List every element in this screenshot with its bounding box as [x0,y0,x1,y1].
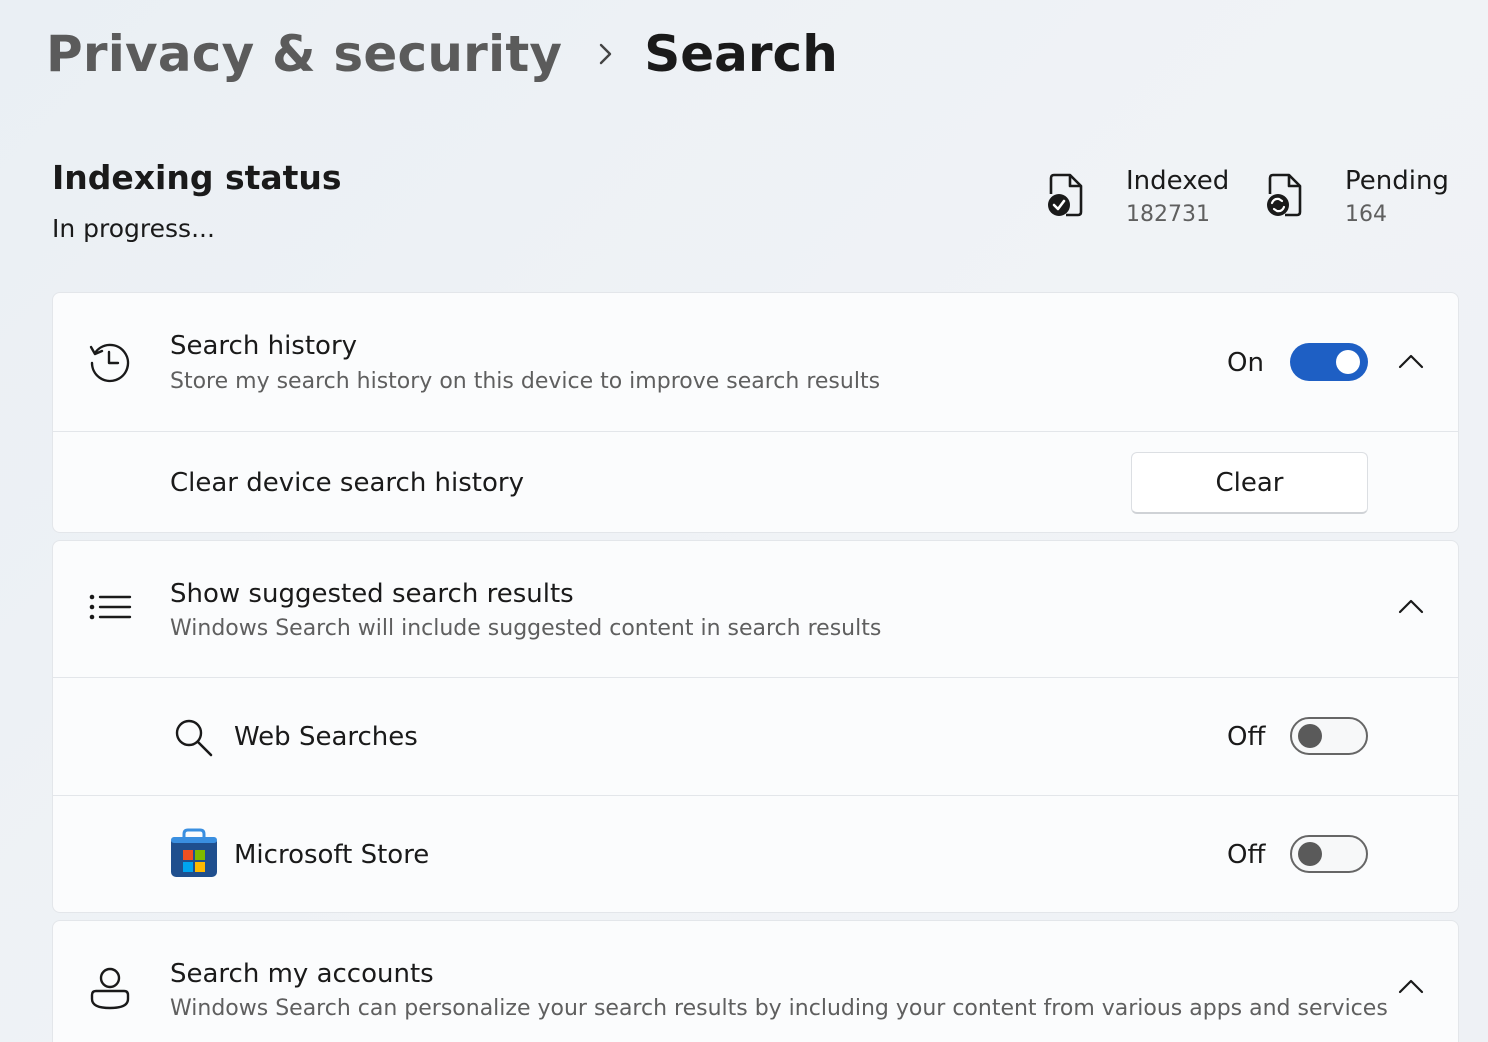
search-history-card: Search history Store my search history o… [52,292,1459,533]
pending-stat: Pending 164 [1265,166,1449,227]
indexed-label: Indexed [1126,166,1230,196]
microsoft-store-label: Microsoft Store [234,840,430,870]
indexed-stat: Indexed 182731 [1046,166,1229,227]
suggested-results-card: Show suggested search results Windows Se… [52,540,1459,913]
search-accounts-title: Search my accounts [170,959,434,989]
search-history-toggle-state: On [1227,348,1264,378]
suggested-results-description: Windows Search will include suggested co… [170,616,882,641]
chevron-up-icon[interactable] [1397,973,1425,1001]
history-icon [89,343,130,383]
chevron-right-icon [598,42,614,66]
chevron-up-icon[interactable] [1397,348,1425,376]
page-title: Search [644,25,838,83]
settings-page: Privacy & security Search Indexing statu… [0,0,1488,1042]
suggested-results-title: Show suggested search results [170,579,574,609]
suggested-results-row[interactable]: Show suggested search results Windows Se… [53,541,1458,677]
microsoft-store-toggle[interactable] [1290,835,1368,873]
web-searches-toggle-state: Off [1227,722,1266,752]
search-history-description: Store my search history on this device t… [170,369,881,394]
chevron-up-icon[interactable] [1397,593,1425,621]
pending-label: Pending [1345,166,1449,196]
indexing-status-title: Indexing status [52,158,342,197]
breadcrumb: Privacy & security Search [46,22,838,86]
indexed-count: 182731 [1126,202,1210,227]
pending-count: 164 [1345,202,1387,227]
search-icon [175,719,213,757]
web-searches-row: Web Searches Off [53,677,1458,795]
list-icon [89,594,132,620]
clear-button[interactable]: Clear [1131,452,1368,514]
search-accounts-card: Search my accounts Windows Search can pe… [52,920,1459,1042]
breadcrumb-parent-link[interactable]: Privacy & security [46,25,562,83]
web-searches-label: Web Searches [234,722,418,752]
search-history-toggle[interactable] [1290,343,1368,381]
indexing-status-text: In progress... [52,214,215,243]
web-searches-toggle[interactable] [1290,717,1368,755]
microsoft-store-icon [171,828,217,877]
person-icon [90,967,130,1010]
search-accounts-description: Windows Search can personalize your sear… [170,996,1388,1021]
toggle-knob [1298,842,1322,866]
file-sync-icon [1267,173,1302,217]
toggle-knob [1298,724,1322,748]
microsoft-store-toggle-state: Off [1227,840,1266,870]
search-accounts-row[interactable]: Search my accounts Windows Search can pe… [53,921,1458,1042]
toggle-knob [1336,350,1360,374]
clear-history-label: Clear device search history [170,468,524,498]
search-history-title: Search history [170,331,358,361]
microsoft-store-row: Microsoft Store Off [53,795,1458,912]
search-history-row[interactable]: Search history Store my search history o… [53,293,1458,431]
file-check-icon [1048,173,1083,217]
clear-history-row: Clear device search history Clear [53,431,1458,532]
